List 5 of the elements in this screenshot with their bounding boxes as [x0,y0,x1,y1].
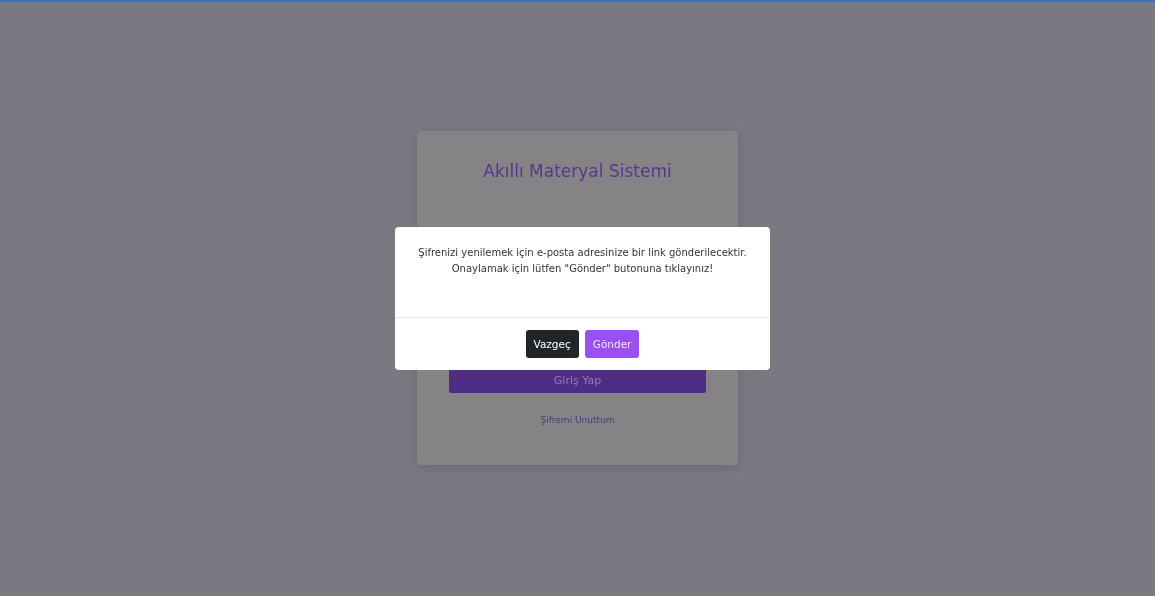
dialog-message: Şifrenizi yenilemek için e-posta adresinize bir link gönderilecektir. Onaylamak için lütfen "Gönder" butonuna tıklayınız! [417,246,748,276]
app-title: Akıllı Materyal Sistemi [483,161,672,181]
send-button[interactable]: Gönder [584,330,640,358]
cancel-button[interactable]: Vazgeç [525,330,579,358]
forgot-password-link[interactable]: Şifremi Unuttum [540,415,615,425]
